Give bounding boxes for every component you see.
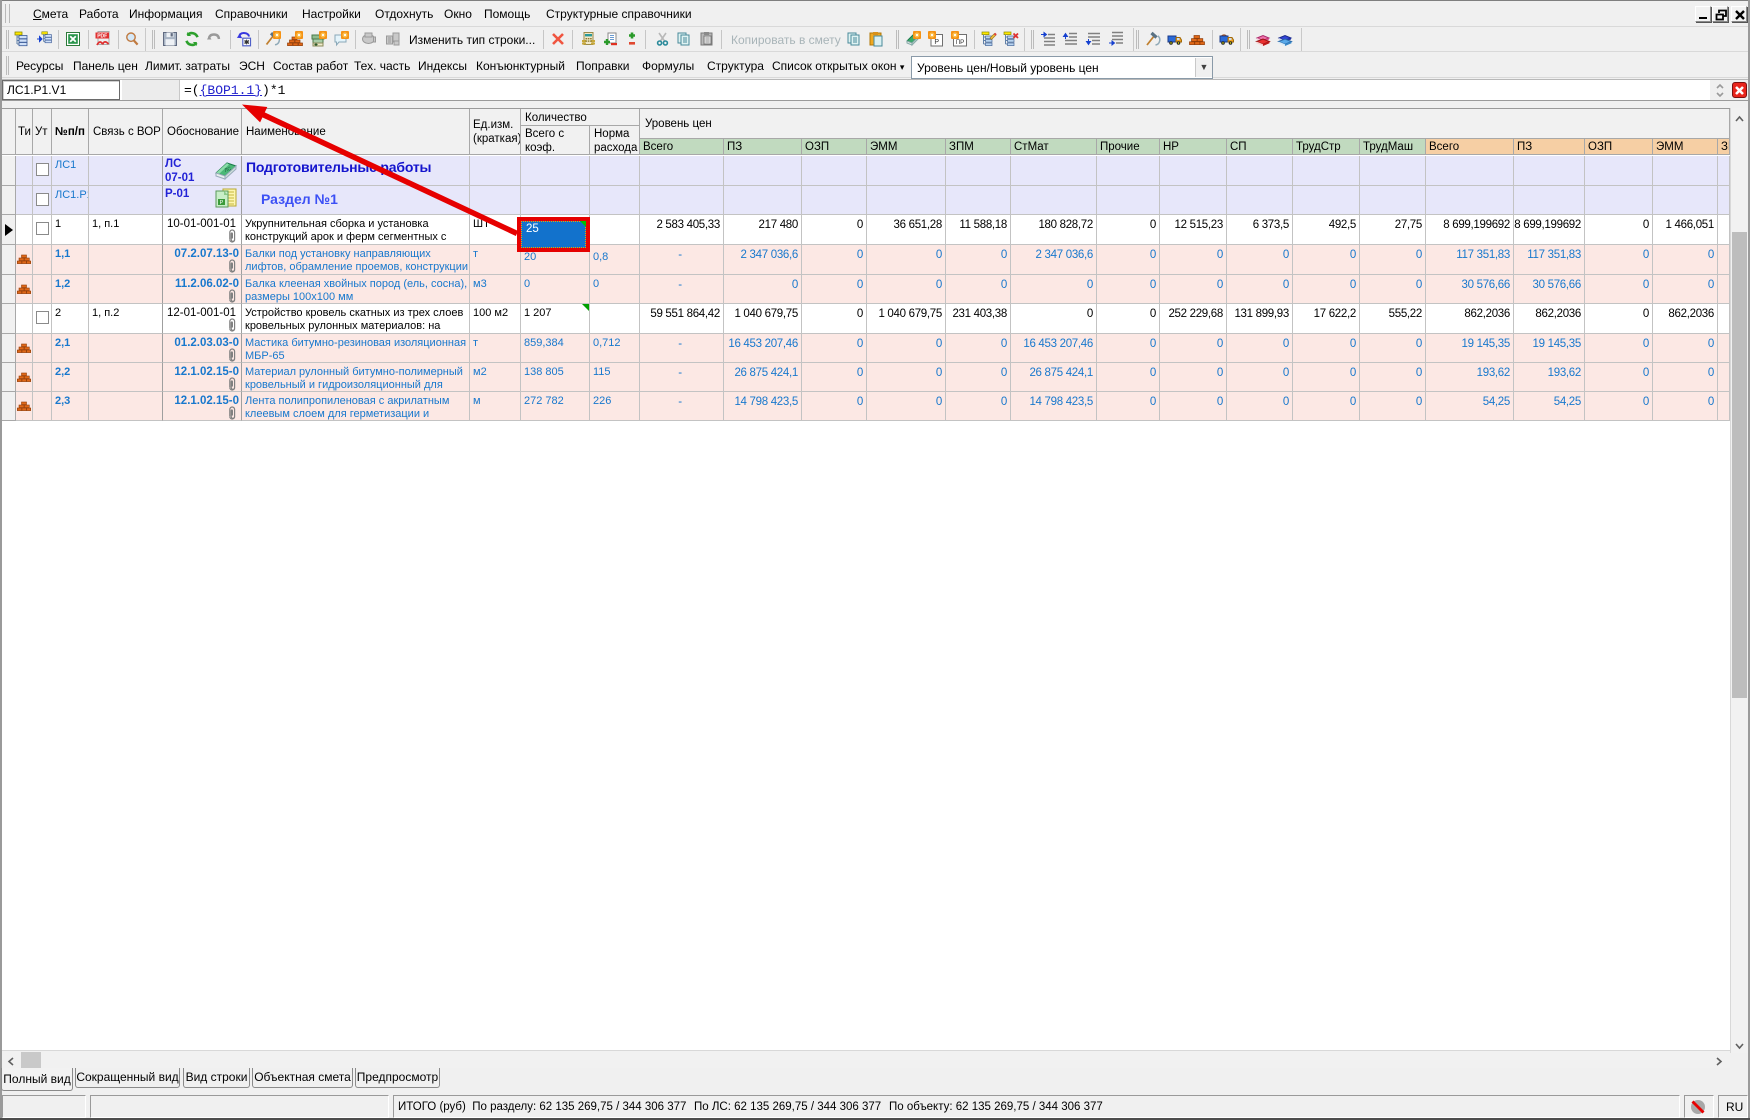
svg-text:PDF: PDF [97,34,107,40]
svg-text:ПР: ПР [956,39,965,46]
svg-text:P: P [220,200,224,206]
svg-text:P: P [934,39,939,46]
